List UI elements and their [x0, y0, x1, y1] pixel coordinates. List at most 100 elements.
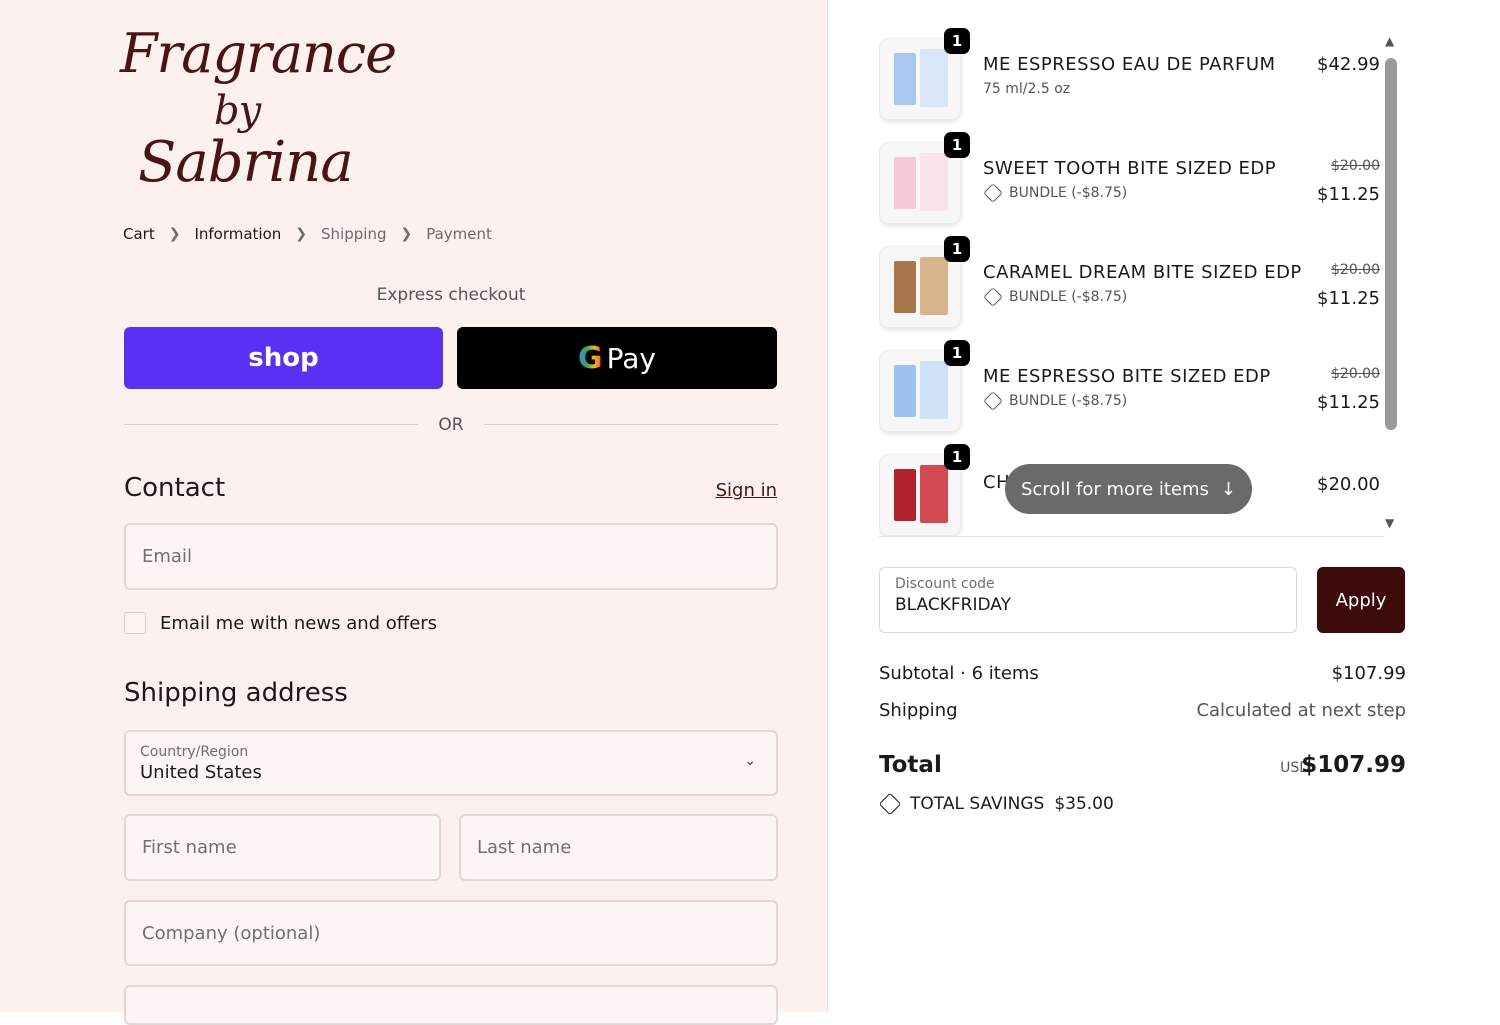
product-variant-label: BUNDLE (-$8.75): [1009, 393, 1128, 409]
savings-label: TOTAL SAVINGS: [910, 794, 1045, 814]
arrow-down-icon: ↓: [1220, 478, 1237, 500]
discount-code-value[interactable]: BLACKFRIDAY: [895, 595, 1281, 615]
express-checkout-label: Express checkout: [376, 285, 526, 305]
original-price: $20.00: [1331, 262, 1380, 278]
subtotal-row: Subtotal · 6 items $107.99: [879, 663, 1406, 684]
quantity-badge: 1: [944, 236, 970, 262]
cart-items-list[interactable]: 1 ME ESPRESSO EAU DE PARFUM 75 ml/2.5 oz $4…: [879, 24, 1384, 537]
product-price: $11.25: [1317, 288, 1380, 309]
last-name-field[interactable]: [459, 814, 778, 881]
brand-logo[interactable]: Fragrance by Sabrina: [118, 18, 397, 208]
product-name: CARAMEL DREAM BITE SIZED EDP: [983, 262, 1302, 283]
checkout-form-panel: Fragrance by Sabrina Cart ❯ Information …: [0, 0, 828, 1025]
discount-code-field[interactable]: Discount code BLACKFRIDAY: [879, 567, 1297, 633]
breadcrumb-information: Information: [194, 225, 282, 243]
product-bottle-image: [894, 365, 916, 417]
newsletter-option[interactable]: Email me with news and offers: [124, 612, 437, 634]
cart-item: 1 SWEET TOOTH BITE SIZED EDP BUNDLE (-$8.7…: [879, 128, 1384, 232]
country-value: United States: [140, 761, 262, 783]
quantity-badge: 1: [944, 132, 970, 158]
product-name: SWEET TOOTH BITE SIZED EDP: [983, 158, 1277, 179]
product-variant: 75 ml/2.5 oz: [983, 81, 1070, 97]
breadcrumb-shipping: Shipping: [321, 225, 387, 243]
original-price: $20.00: [1331, 366, 1380, 382]
product-bottle-image: [894, 469, 916, 521]
tag-icon: [983, 183, 1003, 203]
first-name-input[interactable]: [140, 836, 425, 859]
email-field[interactable]: [124, 523, 778, 590]
divider-line: [484, 424, 778, 425]
product-price: $20.00: [1317, 474, 1380, 495]
sign-in-link[interactable]: Sign in: [716, 480, 777, 501]
total-value: $107.99: [1301, 752, 1406, 778]
product-variant: BUNDLE (-$8.75): [983, 183, 1127, 203]
product-box-image: [920, 257, 948, 315]
cart-item: 1 ME ESPRESSO EAU DE PARFUM 75 ml/2.5 oz $4…: [879, 24, 1384, 128]
quantity-badge: 1: [944, 444, 970, 470]
breadcrumb-payment: Payment: [426, 225, 492, 243]
newsletter-label: Email me with news and offers: [160, 612, 438, 634]
company-input[interactable]: [140, 921, 762, 945]
product-box-image: [920, 153, 948, 211]
total-label: Total: [879, 752, 942, 778]
product-bottle-image: [894, 53, 916, 105]
scroll-more-items-button[interactable]: Scroll for more items ↓: [1005, 464, 1252, 514]
cart-item: 1 ME ESPRESSO BITE SIZED EDP BUNDLE (-$8.7…: [879, 336, 1384, 440]
order-summary-panel: 1 ME ESPRESSO EAU DE PARFUM 75 ml/2.5 oz $4…: [829, 0, 1500, 1012]
product-box-image: [920, 361, 948, 419]
total-row: Total USD $107.99: [879, 752, 1406, 778]
last-name-input[interactable]: [475, 836, 762, 859]
breadcrumb: Cart ❯ Information ❯ Shipping ❯ Payment: [123, 225, 492, 243]
product-price: $11.25: [1317, 184, 1380, 205]
savings-value: $35.00: [1054, 794, 1114, 814]
chevron-down-icon: ⌄: [744, 753, 756, 769]
product-name: ME ESPRESSO BITE SIZED EDP: [983, 366, 1271, 387]
address-field[interactable]: [124, 985, 778, 1025]
shop-pay-button[interactable]: shop: [124, 327, 443, 389]
scroll-down-icon[interactable]: ▼: [1385, 516, 1394, 530]
product-box-image: [920, 465, 948, 523]
google-g-icon: G: [578, 340, 603, 376]
country-select[interactable]: Country/Region United States ⌄: [124, 730, 778, 796]
apply-discount-button[interactable]: Apply: [1317, 567, 1405, 633]
tag-icon: [983, 391, 1003, 411]
product-price: $11.25: [1317, 392, 1380, 413]
product-price: $42.99: [1317, 54, 1380, 75]
original-price: $20.00: [1331, 158, 1380, 174]
divider-line: [124, 424, 418, 425]
product-box-image: [920, 49, 948, 107]
or-divider: OR: [124, 414, 778, 436]
quantity-badge: 1: [944, 28, 970, 54]
quantity-badge: 1: [944, 340, 970, 366]
product-variant-label: 75 ml/2.5 oz: [983, 81, 1071, 97]
product-bottle-image: [894, 261, 916, 313]
breadcrumb-cart[interactable]: Cart: [123, 225, 155, 243]
company-field[interactable]: [124, 900, 778, 966]
shipping-row: Shipping Calculated at next step: [879, 700, 1406, 721]
contact-heading: Contact: [124, 473, 226, 503]
newsletter-checkbox[interactable]: [124, 612, 146, 634]
logo-text-line3: Sabrina: [138, 130, 354, 195]
shipping-label: Shipping: [879, 700, 958, 721]
tag-icon: [983, 287, 1003, 307]
product-bottle-image: [894, 157, 916, 209]
scroll-up-icon[interactable]: ▲: [1385, 34, 1394, 48]
email-input[interactable]: [140, 545, 762, 568]
total-savings: TOTAL SAVINGS $35.00: [878, 792, 1114, 816]
scrollbar-thumb[interactable]: [1385, 58, 1397, 430]
cart-scrollbar[interactable]: ▲ ▼: [1382, 34, 1400, 530]
google-pay-button[interactable]: G Pay: [457, 327, 777, 389]
google-pay-label: Pay: [606, 341, 656, 375]
chevron-right-icon: ❯: [295, 226, 308, 242]
first-name-field[interactable]: [124, 814, 441, 881]
or-label: OR: [438, 415, 464, 435]
shop-pay-label: shop: [248, 343, 319, 373]
cart-item: 1 CARAMEL DREAM BITE SIZED EDP BUNDLE (-$8…: [879, 232, 1384, 336]
chevron-right-icon: ❯: [400, 226, 413, 242]
tag-icon: [878, 792, 902, 816]
shipping-value: Calculated at next step: [1196, 700, 1406, 721]
logo-text-line1: Fragrance: [120, 22, 397, 85]
chevron-right-icon: ❯: [168, 226, 181, 242]
subtotal-value: $107.99: [1331, 663, 1406, 684]
subtotal-label: Subtotal · 6 items: [879, 663, 1039, 684]
